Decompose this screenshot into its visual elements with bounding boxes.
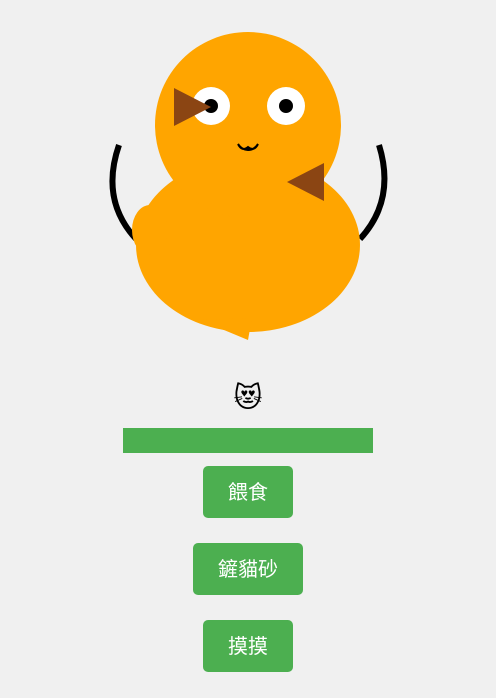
status-bar bbox=[123, 428, 373, 453]
cat-body-side bbox=[132, 205, 168, 255]
pet-game: 😻 餵食 鏟貓砂 摸摸 bbox=[0, 0, 496, 698]
right-arm bbox=[357, 144, 388, 242]
right-pupil bbox=[279, 99, 293, 113]
mood-emoji: 😻 bbox=[233, 381, 263, 414]
status-bar-fill bbox=[123, 428, 373, 453]
pet-button[interactable]: 摸摸 bbox=[203, 620, 293, 672]
cat-character bbox=[109, 32, 388, 340]
cat-tail-tip bbox=[200, 318, 252, 340]
feed-button[interactable]: 餵食 bbox=[203, 466, 293, 518]
clean-litter-button[interactable]: 鏟貓砂 bbox=[193, 543, 303, 595]
